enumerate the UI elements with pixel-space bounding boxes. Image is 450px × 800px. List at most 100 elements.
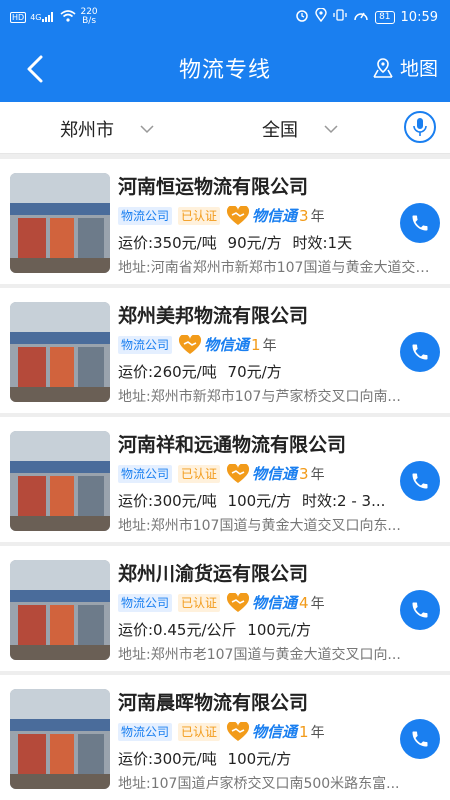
handshake-heart-icon (179, 334, 202, 354)
price-weight: 运价:260元/吨 (118, 363, 217, 381)
type-badge: 物流公司 (118, 593, 173, 612)
type-badge: 物流公司 (118, 335, 173, 354)
hd-indicator: HD (10, 11, 27, 23)
wuxintong-badge: 物信通 4 年 (226, 592, 325, 613)
battery-indicator: 81 (375, 10, 395, 24)
wuxintong-badge: 物信通 3 年 (226, 205, 325, 226)
company-name: 郑州川渝货运有限公司 (118, 563, 309, 585)
phone-icon (412, 473, 428, 489)
origin-label: 郑州市 (60, 120, 114, 141)
chevron-down-icon (324, 124, 338, 133)
price-weight: 运价:0.45元/公斤 (118, 621, 237, 639)
year-unit: 年 (310, 208, 325, 225)
membership-years: 1 (251, 335, 261, 354)
company-address: 地址:郑州市老107国道与黄金大道交叉口向... (118, 647, 401, 663)
certified-badge: 已认证 (178, 206, 221, 225)
price-weight: 运价:350元/吨 (118, 234, 217, 252)
transit-time: 时效:2 - 3... (302, 492, 386, 510)
wuxintong-label: 物信通 (204, 336, 250, 354)
price-line: 运价:300元/吨 100元/方 (118, 748, 297, 769)
voice-search-button[interactable] (404, 111, 436, 143)
wifi-icon (60, 9, 77, 25)
price-volume: 90元/方 (227, 234, 282, 252)
certified-badge: 已认证 (178, 464, 221, 483)
company-photo (10, 302, 110, 402)
back-button[interactable] (18, 52, 52, 86)
company-address: 地址:河南省郑州市新郑市107国道与黄金大道交叉口向东... (118, 260, 438, 276)
phone-icon (412, 731, 428, 747)
company-tags: 物流公司 已认证 物信通 3 年 (118, 463, 325, 484)
phone-icon (412, 602, 428, 618)
call-button[interactable] (400, 590, 440, 630)
price-volume: 100元/方 (227, 750, 292, 768)
year-unit: 年 (310, 724, 325, 741)
company-tags: 物流公司 已认证 物信通 3 年 (118, 205, 325, 226)
year-unit: 年 (262, 337, 277, 354)
destination-select[interactable]: 全国 (262, 116, 338, 142)
page-title: 物流专线 (178, 58, 271, 83)
call-button[interactable] (400, 461, 440, 501)
company-card[interactable]: 郑州美邦物流有限公司 物流公司 物信通 1 年 运价:260元/吨 70元/方 … (0, 288, 450, 413)
membership-years: 4 (299, 593, 309, 612)
destination-label: 全国 (262, 120, 298, 141)
company-address: 地址:107国道卢家桥交叉口南500米路东富... (118, 776, 400, 792)
origin-select[interactable]: 郑州市 (60, 116, 154, 142)
company-photo (10, 173, 110, 273)
wuxintong-badge: 物信通 3 年 (226, 463, 325, 484)
wuxintong-label: 物信通 (252, 207, 298, 225)
company-card[interactable]: 河南祥和远通物流有限公司 物流公司 已认证 物信通 3 年 运价:300元/吨 … (0, 417, 450, 542)
membership-years: 1 (299, 722, 309, 741)
company-card[interactable]: 河南恒运物流有限公司 物流公司 已认证 物信通 3 年 运价:350元/吨 90… (0, 159, 450, 284)
wuxintong-label: 物信通 (252, 465, 298, 483)
handshake-heart-icon (227, 721, 250, 741)
price-line: 运价:300元/吨 100元/方 时效:2 - 3... (118, 490, 391, 511)
company-name: 河南晨晖物流有限公司 (118, 692, 309, 714)
company-tags: 物流公司 已认证 物信通 1 年 (118, 721, 325, 742)
certified-badge: 已认证 (178, 722, 221, 741)
map-pin-icon (373, 57, 393, 78)
membership-years: 3 (299, 206, 309, 225)
price-weight: 运价:300元/吨 (118, 750, 217, 768)
company-card[interactable]: 郑州川渝货运有限公司 物流公司 已认证 物信通 4 年 运价:0.45元/公斤 … (0, 546, 450, 671)
company-name: 河南祥和远通物流有限公司 (118, 434, 347, 456)
call-button[interactable] (400, 332, 440, 372)
type-badge: 物流公司 (118, 722, 173, 741)
company-list: 河南恒运物流有限公司 物流公司 已认证 物信通 3 年 运价:350元/吨 90… (0, 159, 450, 800)
company-name: 郑州美邦物流有限公司 (118, 305, 309, 327)
price-line: 运价:260元/吨 70元/方 (118, 361, 288, 382)
type-badge: 物流公司 (118, 206, 173, 225)
price-line: 运价:0.45元/公斤 100元/方 (118, 619, 317, 640)
status-bar: HD 4G 220 B/s 81 10:59 (0, 0, 450, 34)
location-icon (315, 7, 327, 26)
chevron-down-icon (140, 124, 154, 133)
membership-years: 3 (299, 464, 309, 483)
transit-time: 时效:1天 (292, 234, 353, 252)
year-unit: 年 (310, 595, 325, 612)
company-tags: 物流公司 已认证 物信通 4 年 (118, 592, 325, 613)
chevron-left-icon (27, 55, 43, 83)
company-photo (10, 431, 110, 531)
wuxintong-label: 物信通 (252, 594, 298, 612)
year-unit: 年 (310, 466, 325, 483)
vibrate-icon (333, 8, 347, 26)
map-button[interactable]: 地图 (372, 54, 438, 81)
company-address: 地址:郑州市新郑市107与芦家桥交叉口向南... (118, 389, 401, 405)
phone-icon (412, 215, 428, 231)
company-tags: 物流公司 物信通 1 年 (118, 334, 277, 355)
price-volume: 100元/方 (247, 621, 311, 639)
price-volume: 70元/方 (227, 363, 282, 381)
certified-badge: 已认证 (178, 593, 221, 612)
handshake-heart-icon (227, 592, 250, 612)
clock: 10:59 (400, 9, 438, 25)
company-card[interactable]: 河南晨晖物流有限公司 物流公司 已认证 物信通 1 年 运价:300元/吨 10… (0, 675, 450, 800)
wuxintong-badge: 物信通 1 年 (226, 721, 325, 742)
filter-bar: 郑州市 全国 (0, 102, 450, 154)
alarm-icon (295, 8, 309, 26)
company-address: 地址:郑州市107国道与黄金大道交叉口向东... (118, 518, 401, 534)
map-label: 地图 (399, 58, 438, 80)
call-button[interactable] (400, 203, 440, 243)
price-volume: 100元/方 (227, 492, 292, 510)
microphone-icon (413, 118, 427, 136)
company-photo (10, 560, 110, 660)
call-button[interactable] (400, 719, 440, 759)
